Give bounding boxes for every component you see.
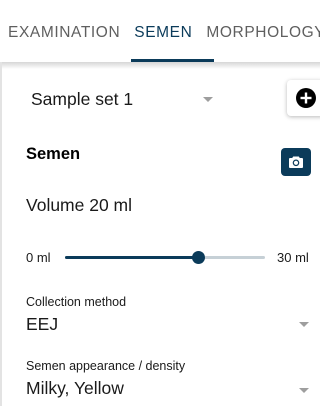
semen-appearance-label: Semen appearance / density xyxy=(26,359,186,373)
slider-max-label: 30 ml xyxy=(277,250,309,265)
chevron-down-icon xyxy=(299,388,309,393)
slider-fill xyxy=(65,256,198,259)
slider-min-label: 0 ml xyxy=(26,250,51,265)
camera-icon xyxy=(289,156,303,168)
collection-method-label: Collection method xyxy=(26,295,127,309)
section-title: Semen xyxy=(26,145,81,163)
tab-list: EXAMINATION SEMEN MORPHOLOGY xyxy=(8,24,320,42)
semen-appearance-value: Milky, Yellow xyxy=(26,378,124,398)
camera-button[interactable] xyxy=(281,148,311,176)
add-sample-set-button[interactable] xyxy=(287,80,320,116)
tab-examination[interactable]: EXAMINATION xyxy=(8,24,120,42)
volume-slider[interactable] xyxy=(65,248,265,268)
tab-bar: EXAMINATION SEMEN MORPHOLOGY xyxy=(0,0,320,62)
semen-screen: EXAMINATION SEMEN MORPHOLOGY Sample set … xyxy=(0,0,320,406)
chevron-down-icon xyxy=(299,322,309,327)
add-circle-icon xyxy=(296,88,316,108)
tab-morphology[interactable]: MORPHOLOGY xyxy=(206,24,320,42)
tab-semen[interactable]: SEMEN xyxy=(134,24,192,42)
semen-appearance-select[interactable]: Semen appearance / density Milky, Yellow xyxy=(26,359,316,399)
chevron-down-icon xyxy=(203,97,213,102)
slider-thumb[interactable] xyxy=(191,251,205,264)
sample-set-select[interactable]: Sample set 1 xyxy=(31,87,216,111)
volume-label: Volume 20 ml xyxy=(26,195,133,215)
sample-set-value: Sample set 1 xyxy=(31,89,134,109)
content-left-border xyxy=(0,62,2,406)
collection-method-value: EEJ xyxy=(26,314,59,334)
collection-method-select[interactable]: Collection method EEJ xyxy=(26,295,316,335)
tab-bar-shadow xyxy=(0,62,320,69)
